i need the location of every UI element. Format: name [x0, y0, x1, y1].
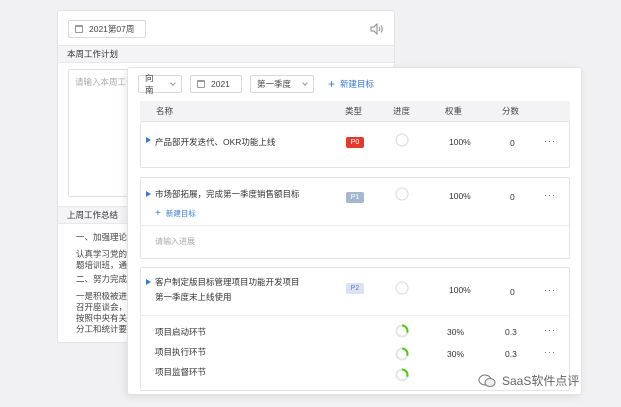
- priority-badge: P1: [346, 192, 364, 203]
- add-goal-button[interactable]: + 新建目标: [328, 78, 374, 90]
- key-result-name: 项目执行环节: [155, 347, 207, 357]
- key-result-score: 0.3: [505, 349, 517, 359]
- chevron-down-icon: [170, 79, 176, 86]
- watermark-text: SaaS软件点评: [502, 374, 580, 388]
- goal-score: 0: [510, 192, 515, 202]
- plus-icon: +: [155, 207, 161, 219]
- header-weight: 权重: [445, 106, 463, 116]
- header-score: 分数: [502, 106, 520, 116]
- quarter-select[interactable]: 第一季度: [250, 75, 314, 93]
- more-options-icon[interactable]: ···: [544, 136, 556, 146]
- goal-row[interactable]: 产品部开发迭代、OKR功能上线 P0 100% 0 ···: [141, 130, 569, 160]
- goal-title: 市场部拓展，完成第一季度销售额目标: [155, 189, 300, 199]
- add-goal-label: 新建目标: [340, 79, 375, 89]
- summary-line: 一是积极被进: [76, 291, 128, 301]
- progress-ring: [395, 347, 409, 361]
- goal-weight: 100%: [449, 285, 471, 295]
- goal-title-line2: 第一季度末上线使用: [155, 292, 232, 302]
- chat-bubbles-icon: [478, 374, 496, 387]
- key-result-row[interactable]: 项目执行环节 30% 0.3 ···: [141, 346, 569, 366]
- more-options-icon[interactable]: ···: [544, 190, 556, 200]
- key-result-row[interactable]: 项目启动环节 30% 0.3 ···: [141, 324, 569, 344]
- year-picker[interactable]: 2021: [190, 75, 242, 93]
- more-options-icon[interactable]: ···: [544, 285, 556, 295]
- goal-row[interactable]: 客户制定版目标管理项目功能开发项目 第一季度末上线使用 P2 100% 0 ··…: [141, 272, 569, 312]
- header-progress: 进度: [393, 106, 411, 116]
- goal-title: 产品部开发迭代、OKR功能上线: [155, 137, 276, 147]
- header-name: 名称: [156, 106, 174, 116]
- year-value: 2021: [211, 79, 230, 89]
- key-result-name: 项目监督环节: [155, 367, 207, 377]
- plus-icon: +: [328, 77, 336, 91]
- header-type: 类型: [345, 106, 363, 116]
- goals-toolbar: 向南 2021 第一季度 + 新建目标: [138, 73, 374, 95]
- goal-score: 0: [510, 287, 515, 297]
- table-header: 名称 类型 进度 权重 分数: [140, 101, 570, 121]
- progress-ring: [395, 187, 409, 201]
- goal-row[interactable]: 市场部拓展，完成第一季度销售额目标 P1 100% 0 ···: [141, 184, 569, 214]
- calendar-icon: [197, 80, 205, 88]
- owner-value: 向南: [145, 73, 154, 95]
- progress-ring: [395, 324, 409, 338]
- goal-weight: 100%: [449, 191, 471, 201]
- add-sub-goal-label: 新建目标: [165, 209, 196, 218]
- goals-panel: 向南 2021 第一季度 + 新建目标 名称 类型 进度 权重 分数 产品部开发…: [127, 67, 582, 395]
- week-label: 2021第07周: [89, 24, 135, 34]
- quarter-value: 第一季度: [257, 79, 292, 89]
- divider: [141, 315, 569, 316]
- goal-card[interactable]: 产品部开发迭代、OKR功能上线 P0 100% 0 ···: [140, 121, 570, 168]
- add-sub-goal-button[interactable]: + 新建目标: [155, 208, 196, 219]
- progress-input[interactable]: 请输入进展: [155, 236, 195, 247]
- priority-badge: P2: [346, 283, 364, 294]
- expand-caret-icon[interactable]: [146, 137, 151, 143]
- chevron-down-icon: [302, 79, 308, 86]
- plan-section-title: 本周工作计划: [58, 45, 394, 63]
- expand-caret-icon[interactable]: [146, 191, 151, 197]
- owner-select[interactable]: 向南: [138, 73, 182, 95]
- expand-caret-icon[interactable]: [146, 279, 151, 285]
- progress-ring: [395, 368, 409, 382]
- goal-card[interactable]: 市场部拓展，完成第一季度销售额目标 P1 100% 0 ··· + 新建目标 请…: [140, 177, 570, 259]
- goal-weight: 100%: [449, 137, 471, 147]
- goal-title-line1: 客户制定版目标管理项目功能开发项目: [155, 277, 300, 287]
- divider: [141, 225, 569, 226]
- progress-ring: [395, 281, 409, 295]
- calendar-icon: [75, 25, 83, 33]
- goal-score: 0: [510, 138, 515, 148]
- priority-badge: P0: [346, 137, 364, 148]
- progress-ring: [395, 133, 409, 147]
- key-result-score: 0.3: [505, 327, 517, 337]
- watermark: SaaS软件点评: [478, 372, 579, 389]
- key-result-name: 项目启动环节: [155, 327, 207, 337]
- speaker-icon[interactable]: [370, 23, 384, 35]
- more-options-icon[interactable]: ···: [544, 325, 556, 335]
- week-picker[interactable]: 2021第07周: [68, 20, 146, 38]
- key-result-weight: 30%: [447, 327, 465, 337]
- more-options-icon[interactable]: ···: [544, 347, 556, 357]
- key-result-weight: 30%: [447, 349, 465, 359]
